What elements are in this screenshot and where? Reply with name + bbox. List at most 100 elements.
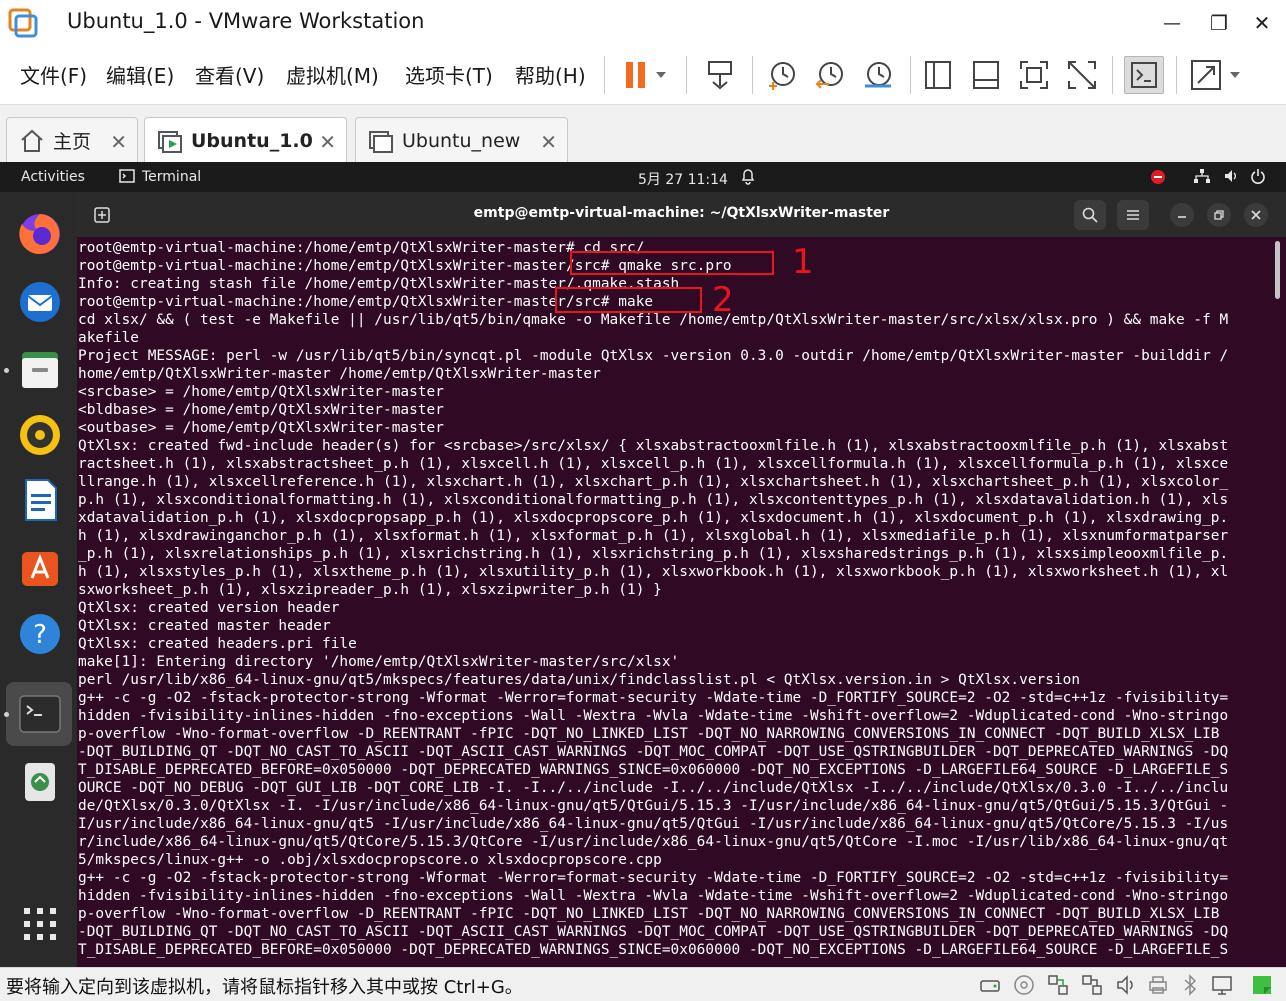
search-button[interactable] bbox=[1074, 200, 1106, 230]
terminal-line: 5/mkspecs/linux-g++ -o .obj/xlsxdocprops… bbox=[78, 852, 662, 868]
tab-label: Ubuntu_new bbox=[402, 129, 521, 152]
display-icon[interactable] bbox=[1210, 973, 1234, 997]
terminal-icon bbox=[19, 695, 61, 733]
printer-icon[interactable] bbox=[1146, 973, 1170, 997]
vmware-window: Ubuntu_1.0 - VMware Workstation — ❐ ✕ 文件… bbox=[0, 0, 1286, 1001]
toolbar-divider bbox=[604, 56, 605, 94]
tab-home[interactable]: 主页 ✕ bbox=[6, 117, 138, 163]
toolbar-divider bbox=[910, 56, 911, 94]
gnome-top-bar: Activities Terminal 5月 27 11:14 bbox=[0, 162, 1286, 192]
unity-mode-button[interactable] bbox=[1062, 56, 1102, 94]
revert-clock-icon bbox=[815, 62, 843, 89]
bluetooth-icon[interactable] bbox=[1178, 973, 1202, 997]
pause-button[interactable] bbox=[614, 56, 674, 94]
restore-button[interactable]: ❐ bbox=[1195, 0, 1243, 46]
menu-tabs[interactable]: 选项卡(T) bbox=[405, 60, 493, 89]
restore-icon: ❐ bbox=[1210, 11, 1228, 35]
annotation-label-1: 1 bbox=[792, 242, 814, 282]
terminal-line: _p.h (1), xlsxrelationships_p.h (1), xls… bbox=[78, 546, 1229, 562]
stretch-guest-button[interactable] bbox=[1186, 56, 1248, 94]
terminal-line: cd xlsx/ && ( test -e Makefile || /usr/l… bbox=[78, 312, 1229, 328]
maximize-terminal-button[interactable] bbox=[1207, 203, 1231, 227]
notes-icon[interactable] bbox=[1250, 973, 1274, 997]
terminal-line: make[1]: Entering directory '/home/emtp/… bbox=[78, 654, 680, 670]
terminal-launcher[interactable] bbox=[12, 686, 68, 742]
thumbnail-panel-icon bbox=[973, 61, 999, 89]
terminal-line: p-overflow -Wno-format-overflow -D_REENT… bbox=[78, 726, 1220, 742]
svg-text:?: ? bbox=[33, 620, 47, 650]
firefox-launcher[interactable] bbox=[12, 206, 68, 262]
running-indicator bbox=[4, 712, 9, 717]
tab-ubuntu-new[interactable]: Ubuntu_new ✕ bbox=[355, 117, 568, 163]
terminal-line: de/QtXlsx/0.3.0/QtXlsx -I. -I/usr/includ… bbox=[78, 798, 1229, 814]
terminal-output[interactable]: root@emtp-virtual-machine:/home/emtp/QtX… bbox=[77, 237, 1286, 967]
console-view-button[interactable] bbox=[1124, 56, 1164, 94]
menu-view[interactable]: 查看(V) bbox=[195, 60, 264, 89]
thunderbird-icon bbox=[20, 282, 60, 322]
menu-vm[interactable]: 虚拟机(M) bbox=[286, 60, 379, 89]
writer-launcher[interactable] bbox=[12, 472, 68, 528]
tab-ubuntu-1-0[interactable]: Ubuntu_1.0 ✕ bbox=[144, 117, 347, 163]
bell-icon[interactable] bbox=[740, 167, 756, 189]
cd-dvd-icon[interactable] bbox=[1012, 973, 1036, 997]
menu-help[interactable]: 帮助(H) bbox=[515, 60, 586, 89]
terminal-app-icon bbox=[119, 168, 135, 188]
power-icon[interactable] bbox=[1250, 168, 1266, 188]
app-menu-terminal[interactable]: Terminal bbox=[142, 169, 201, 185]
full-screen-button[interactable] bbox=[1014, 56, 1054, 94]
terminal-line: hidden -fvisibility-inlines-hidden -fno-… bbox=[78, 708, 1229, 724]
send-ctrl-alt-del-button[interactable] bbox=[700, 56, 740, 94]
terminal-line: h (1), xlsxdrawinganchor_p.h (1), xlsxfo… bbox=[78, 528, 1229, 544]
trash-launcher[interactable] bbox=[12, 754, 68, 810]
volume-icon[interactable] bbox=[1223, 168, 1239, 188]
minimize-button[interactable]: — bbox=[1148, 0, 1196, 46]
clock[interactable]: 5月 27 11:14 bbox=[638, 169, 728, 189]
files-launcher[interactable] bbox=[12, 342, 68, 398]
hamburger-menu-button[interactable] bbox=[1117, 200, 1149, 230]
terminal-line: <bldbase> = /home/emtp/QtXlsxWriter-mast… bbox=[78, 402, 444, 418]
close-icon[interactable]: ✕ bbox=[319, 130, 336, 154]
close-window-button[interactable]: ✕ bbox=[1238, 0, 1286, 46]
show-library-button[interactable] bbox=[918, 56, 958, 94]
show-thumbnail-button[interactable] bbox=[966, 56, 1006, 94]
pause-icon bbox=[626, 62, 666, 88]
terminal-line: <srcbase> = /home/emtp/QtXlsxWriter-mast… bbox=[78, 384, 444, 400]
snapshot-manager-button[interactable] bbox=[858, 56, 898, 94]
help-launcher[interactable]: ? bbox=[12, 606, 68, 662]
libreoffice-writer-icon bbox=[25, 479, 57, 521]
close-icon[interactable]: ✕ bbox=[110, 130, 127, 154]
do-not-disturb-icon[interactable] bbox=[1150, 169, 1166, 189]
close-terminal-button[interactable] bbox=[1244, 203, 1268, 227]
network-icon[interactable] bbox=[1193, 168, 1211, 188]
menu-file[interactable]: 文件(F) bbox=[20, 60, 87, 89]
software-launcher[interactable] bbox=[12, 538, 68, 594]
hard-disk-icon[interactable] bbox=[978, 973, 1002, 997]
terminal-line: home/emtp/QtXlsxWriter-master /home/emtp… bbox=[78, 366, 601, 382]
vm-tab-strip: 主页 ✕ Ubuntu_1.0 ✕ Ubuntu_new ✕ bbox=[0, 104, 1286, 163]
close-icon[interactable]: ✕ bbox=[540, 130, 557, 154]
activities-button[interactable]: Activities bbox=[21, 169, 85, 185]
network-adapter-icon[interactable] bbox=[1046, 973, 1070, 997]
terminal-line: hidden -fvisibility-inlines-hidden -fno-… bbox=[78, 888, 1229, 904]
minimize-terminal-button[interactable] bbox=[1170, 203, 1194, 227]
menu-edit[interactable]: 编辑(E) bbox=[106, 60, 174, 89]
firefox-icon bbox=[19, 214, 60, 254]
ubuntu-dock: ? bbox=[0, 192, 77, 967]
annotation-box-qmake bbox=[570, 251, 774, 275]
thunderbird-launcher[interactable] bbox=[12, 274, 68, 330]
terminal-line: QtXlsx: created master header bbox=[78, 618, 331, 634]
terminal-line: I/usr/include/x86_64-linux-gnu/qt5 -I/us… bbox=[78, 816, 1229, 832]
search-icon bbox=[1082, 207, 1098, 223]
show-applications-button[interactable] bbox=[12, 896, 68, 952]
snapshot-manager-icon bbox=[865, 62, 891, 88]
usb-controller-icon[interactable] bbox=[1080, 973, 1104, 997]
rhythmbox-launcher[interactable] bbox=[12, 407, 68, 463]
sound-card-icon[interactable] bbox=[1114, 973, 1138, 997]
unity-icon bbox=[1068, 61, 1096, 89]
terminal-lines: root@emtp-virtual-machine:/home/emtp/QtX… bbox=[78, 239, 1228, 959]
network-send-icon bbox=[708, 61, 732, 90]
terminal-line: perl /usr/lib/x86_64-linux-gnu/qt5/mkspe… bbox=[78, 672, 1081, 688]
revert-snapshot-button[interactable] bbox=[810, 56, 850, 94]
terminal-scrollbar[interactable] bbox=[1275, 241, 1280, 299]
take-snapshot-button[interactable] bbox=[762, 56, 802, 94]
